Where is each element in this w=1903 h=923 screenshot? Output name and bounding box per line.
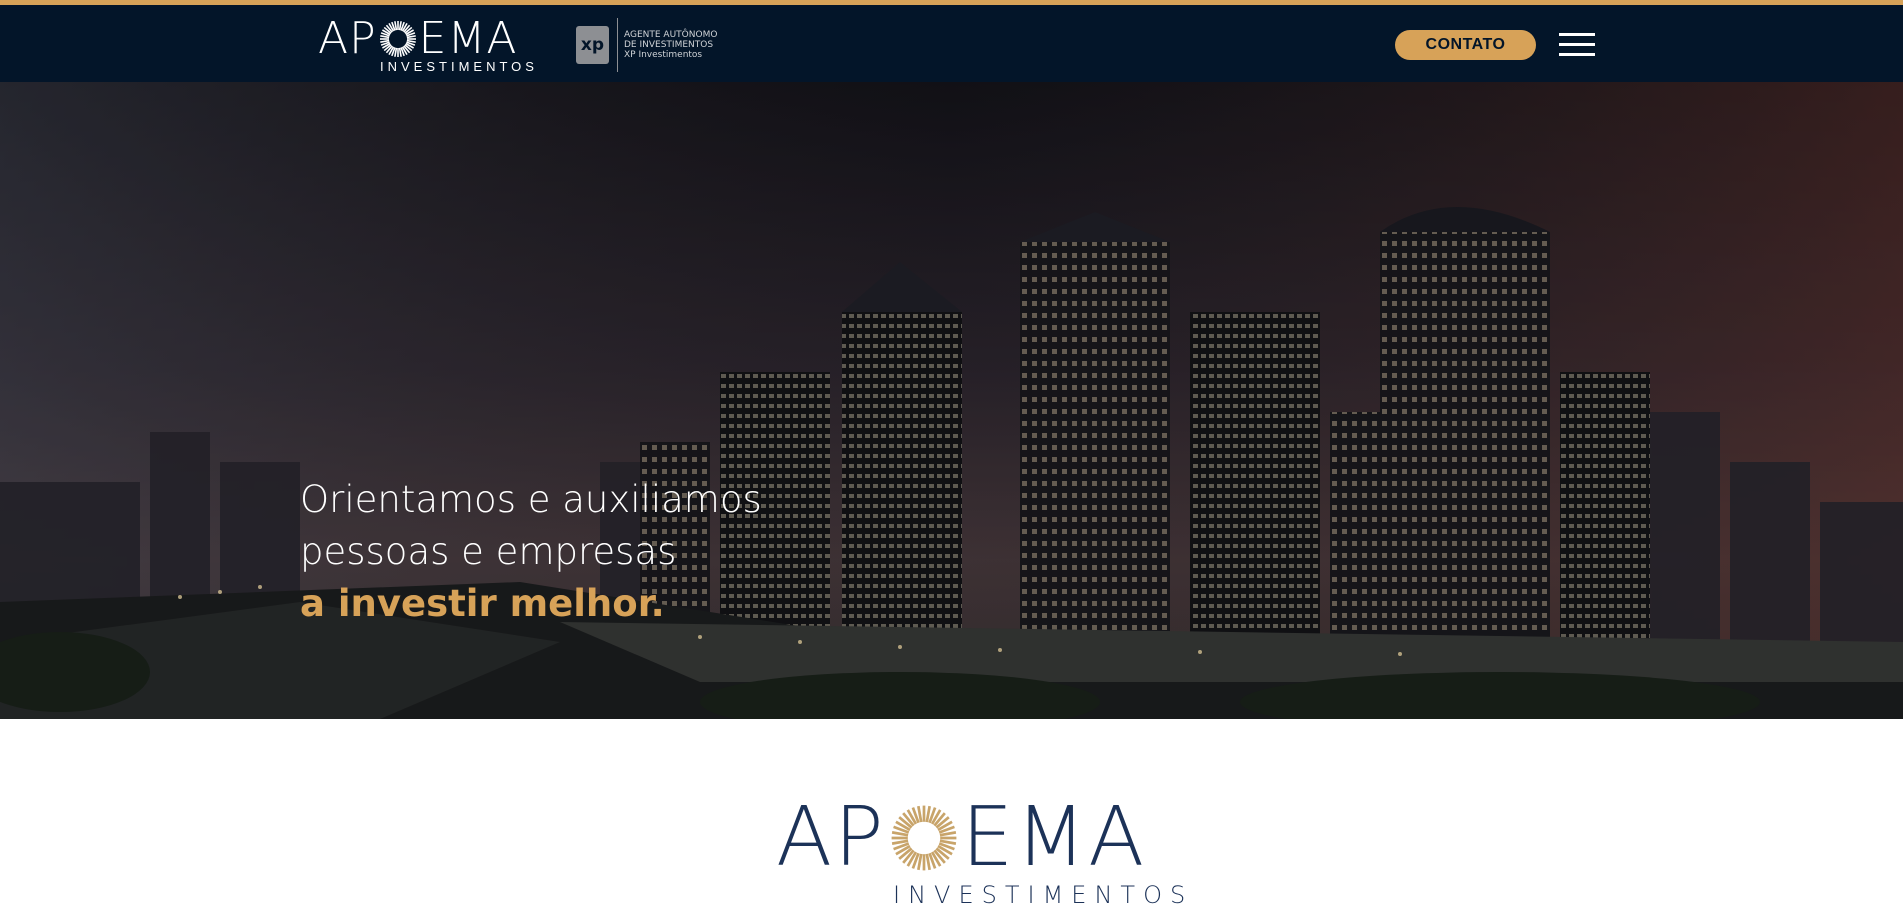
- sunburst-icon: [891, 805, 956, 871]
- hero-line-2: pessoas e empresas: [300, 530, 677, 573]
- header-logo[interactable]: AP EMA INVESTIMENTOS: [318, 15, 534, 75]
- hero-banner: Orientamos e auxiliamos pessoas e empres…: [0, 82, 1903, 719]
- section-logo-wordmark: AP EMA: [776, 790, 1147, 885]
- contact-button[interactable]: CONTATO: [1395, 30, 1536, 60]
- hero-headline: Orientamos e auxiliamos pessoas e empres…: [300, 474, 762, 630]
- xp-partner-badge: xp AGENTE AUTÔNOMO DE INVESTIMENTOS XP I…: [576, 17, 717, 73]
- xp-divider: [617, 18, 618, 72]
- sunburst-icon: [379, 21, 416, 57]
- xp-badge-text: AGENTE AUTÔNOMO DE INVESTIMENTOS XP Inve…: [624, 30, 718, 60]
- hero-accent-line: a investir melhor.: [300, 582, 665, 625]
- section-logo: AP EMA INVESTIMENTOS: [776, 790, 1185, 910]
- logo-subtitle: INVESTIMENTOS: [380, 59, 538, 74]
- hero-line-1: Orientamos e auxiliamos: [300, 478, 762, 521]
- xp-logo: xp: [576, 26, 609, 64]
- logo-wordmark: AP EMA: [318, 13, 518, 64]
- site-header: AP EMA INVESTIMENTOS xp AGENTE AUTÔNOMO …: [0, 0, 1903, 82]
- hamburger-icon[interactable]: [1559, 31, 1597, 59]
- section-logo-subtitle: INVESTIMENTOS: [893, 881, 1194, 909]
- city-skyline-image: [0, 82, 1903, 719]
